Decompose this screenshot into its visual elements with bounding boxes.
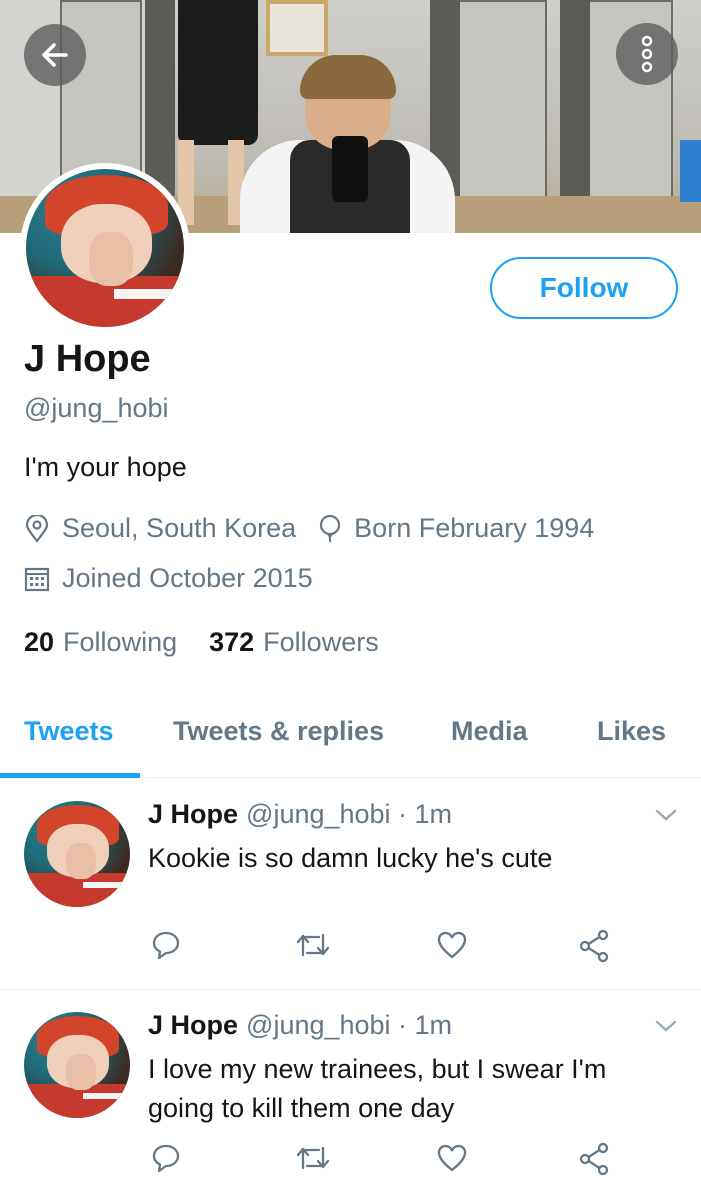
retweet-icon[interactable] [295,1142,331,1174]
arrow-left-icon [42,43,68,67]
reply-icon[interactable] [150,1142,182,1174]
chevron-down-icon[interactable] [654,1018,678,1034]
tweet[interactable]: J Hope @jung_hobi · 1m Kookie is so damn… [0,779,701,990]
following-label: Following [63,627,178,657]
follow-counts: 20 Following 372 Followers [24,627,411,658]
reply-icon[interactable] [150,929,182,961]
tweet-header: J Hope @jung_hobi · 1m [148,1010,452,1041]
tab-media[interactable]: Media [451,716,528,747]
calendar-icon [24,567,50,591]
balloon-icon [320,514,341,542]
tweet-actions [150,1142,620,1176]
followers-label: Followers [263,627,379,657]
avatar-image [26,169,184,327]
profile-joined-row: Joined October 2015 [24,563,335,594]
birthday-text: Born February 1994 [354,513,595,543]
tweet-author-meta: @jung_hobi · 1m [246,799,453,829]
location-pin-icon [25,514,49,543]
back-button[interactable] [24,24,86,86]
followers-count: 372 [209,627,255,657]
profile-birthday: Born February 1994 [318,513,594,544]
heart-icon[interactable] [436,929,468,961]
tweet-avatar[interactable] [24,1012,130,1118]
profile-location: Seoul, South Korea [24,513,296,544]
avatar-image [24,801,130,907]
profile-meta-row: Seoul, South Korea Born February 1994 [24,513,616,544]
tweet-author-name: J Hope [148,799,239,829]
following-link[interactable]: 20 Following [24,627,177,658]
tweet-author-meta: @jung_hobi · 1m [246,1010,453,1040]
tweet-actions [150,929,620,963]
tweet-header: J Hope @jung_hobi · 1m [148,799,452,830]
more-vertical-icon [641,35,653,73]
tweet-author-name: J Hope [148,1010,239,1040]
follow-button[interactable]: Follow [490,257,678,319]
avatar-image [24,1012,130,1118]
tab-tweets-replies[interactable]: Tweets & replies [173,716,384,747]
active-tab-indicator [0,773,140,778]
heart-icon[interactable] [436,1142,468,1174]
profile-name: J Hope [24,338,151,380]
retweet-icon[interactable] [295,929,331,961]
tweet[interactable]: J Hope @jung_hobi · 1m I love my new tra… [0,990,701,1200]
profile-bio: I'm your hope [24,452,187,482]
tab-likes[interactable]: Likes [597,716,666,747]
location-text: Seoul, South Korea [62,513,297,543]
profile-tabs: Tweets Tweets & replies Media Likes [0,690,701,778]
profile-avatar[interactable] [20,163,190,333]
more-options-button[interactable] [616,23,678,85]
followers-link[interactable]: 372 Followers [209,627,379,658]
tweet-text: I love my new trainees, but I swear I'm … [148,1054,607,1123]
tweet-avatar[interactable] [24,801,130,907]
share-icon[interactable] [578,1142,610,1176]
tweet-text: Kookie is so damn lucky he's cute [148,843,553,873]
chevron-down-icon[interactable] [654,807,678,823]
share-icon[interactable] [578,929,610,963]
profile-joined: Joined October 2015 [24,563,313,594]
joined-text: Joined October 2015 [62,563,313,593]
profile-handle: @jung_hobi [24,393,169,423]
following-count: 20 [24,627,55,657]
tab-tweets[interactable]: Tweets [24,716,114,747]
